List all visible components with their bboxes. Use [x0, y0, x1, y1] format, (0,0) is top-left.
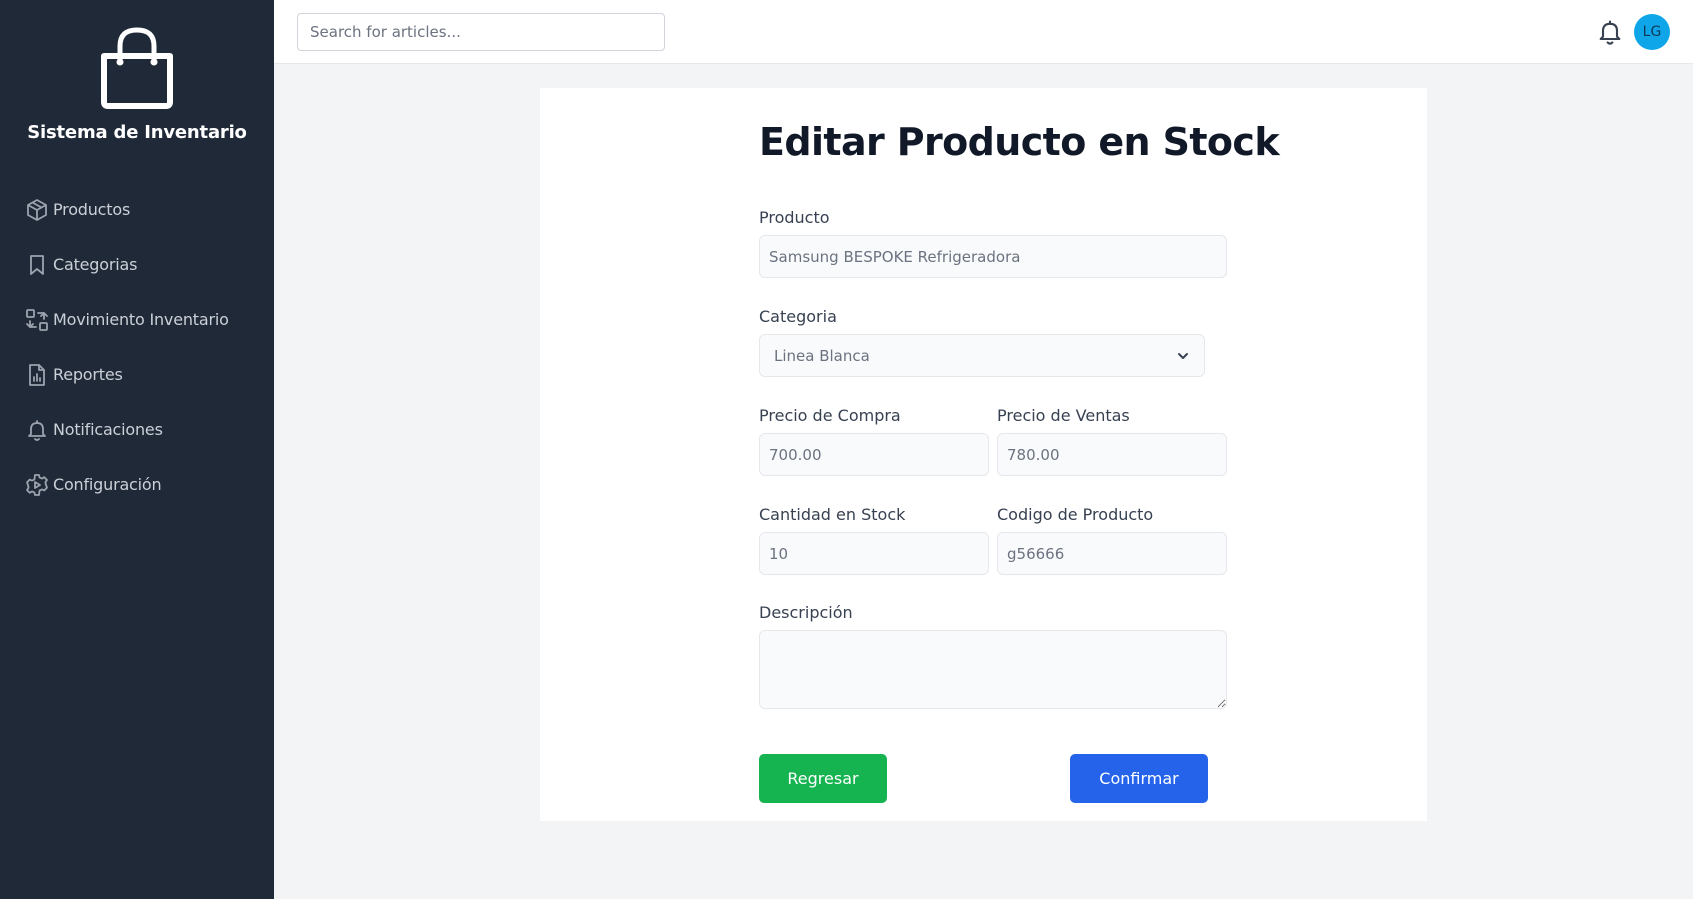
brand: Sistema de Inventario: [0, 26, 274, 143]
producto-label: Producto: [759, 208, 830, 227]
categoria-label: Categoria: [759, 307, 837, 326]
sidebar-item-label: Reportes: [53, 365, 123, 384]
sidebar-item-label: Categorias: [53, 255, 138, 274]
sidebar-nav: Productos Categorias Movimiento Inventar…: [0, 182, 274, 512]
page-title: Editar Producto en Stock: [759, 120, 1280, 164]
sidebar-item-categorias[interactable]: Categorias: [0, 237, 274, 292]
chevron-down-icon: [1178, 352, 1188, 359]
precio-compra-field[interactable]: [759, 433, 989, 476]
sidebar-item-movimiento-inventario[interactable]: Movimiento Inventario: [0, 292, 274, 347]
topbar: LG: [274, 0, 1693, 64]
cube-icon: [27, 198, 47, 221]
categoria-select[interactable]: Linea Blanca: [759, 334, 1205, 377]
bell-icon: [28, 419, 46, 441]
precio-ventas-label: Precio de Ventas: [997, 406, 1130, 425]
confirm-button[interactable]: Confirmar: [1070, 754, 1208, 803]
back-button[interactable]: Regresar: [759, 754, 887, 803]
sidebar-item-productos[interactable]: Productos: [0, 182, 274, 237]
codigo-label: Codigo de Producto: [997, 505, 1154, 524]
arrows-exchange-icon: [26, 308, 48, 331]
sidebar-item-label: Movimiento Inventario: [53, 310, 229, 329]
sidebar: Sistema de Inventario Productos Categori…: [0, 0, 274, 899]
cantidad-label: Cantidad en Stock: [759, 505, 906, 524]
search-input[interactable]: [297, 13, 665, 51]
descripcion-field[interactable]: [759, 630, 1227, 709]
sidebar-item-reportes[interactable]: Reportes: [0, 347, 274, 402]
codigo-field[interactable]: [997, 532, 1227, 575]
notification-bell-icon[interactable]: [1596, 18, 1624, 46]
bookmark-icon: [30, 254, 44, 275]
precio-ventas-field[interactable]: [997, 433, 1227, 476]
report-file-icon: [29, 363, 45, 386]
categoria-selected-value: Linea Blanca: [774, 346, 870, 365]
sidebar-item-label: Productos: [53, 200, 131, 219]
brand-title: Sistema de Inventario: [27, 122, 247, 143]
shopping-bag-icon: [101, 27, 173, 109]
producto-field[interactable]: [759, 235, 1227, 278]
sidebar-item-configuracion[interactable]: Configuración: [0, 457, 274, 512]
sidebar-item-label: Configuración: [53, 475, 162, 494]
edit-product-card: Editar Producto en Stock Producto Catego…: [540, 88, 1427, 821]
descripcion-label: Descripción: [759, 603, 853, 622]
cantidad-field[interactable]: [759, 532, 989, 575]
sidebar-item-notificaciones[interactable]: Notificaciones: [0, 402, 274, 457]
sidebar-item-label: Notificaciones: [53, 420, 163, 439]
precio-compra-label: Precio de Compra: [759, 406, 901, 425]
avatar[interactable]: LG: [1634, 14, 1670, 50]
gear-icon: [26, 473, 48, 496]
